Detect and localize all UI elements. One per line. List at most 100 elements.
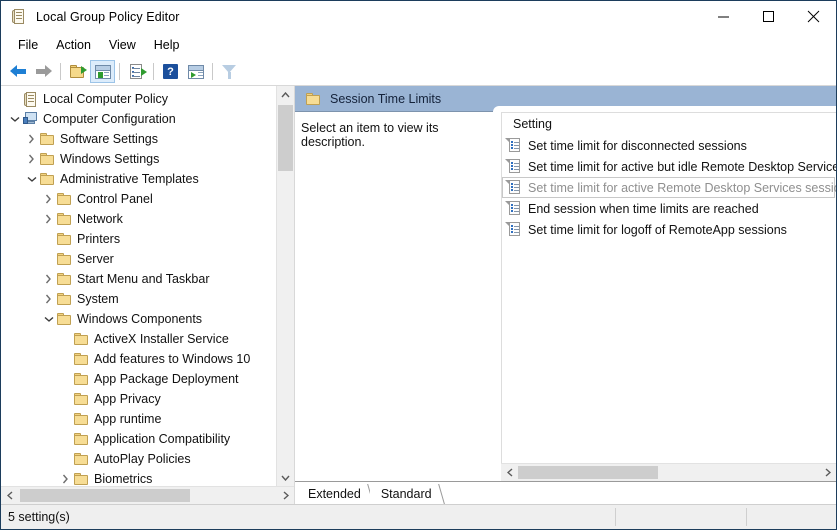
setting-row[interactable]: Set time limit for active but idle Remot…: [502, 156, 836, 177]
tree-item-activex-installer-service[interactable]: ActiveX Installer Service: [1, 329, 276, 349]
expander-right-icon[interactable]: [41, 189, 56, 209]
tree-item-label: Administrative Templates: [60, 172, 199, 186]
tree-scroll-thumb[interactable]: [278, 105, 293, 171]
folder-icon: [74, 433, 89, 445]
folder-icon: [40, 153, 55, 165]
console-tree-icon: [95, 65, 111, 79]
setting-row[interactable]: Set time limit for disconnected sessions: [502, 135, 836, 156]
expander-right-icon[interactable]: [24, 129, 39, 149]
tree-vertical-scrollbar[interactable]: [276, 86, 294, 486]
menu-help[interactable]: Help: [145, 35, 189, 55]
forward-button[interactable]: [31, 60, 56, 83]
folder-icon: [57, 273, 72, 285]
setting-label: End session when time limits are reached: [528, 202, 759, 216]
tree-item-administrative-templates[interactable]: Administrative Templates: [1, 169, 276, 189]
expander-right-icon[interactable]: [58, 469, 73, 486]
tree-item-server[interactable]: Server: [1, 249, 276, 269]
tree-item-add-features-to-windows-10[interactable]: Add features to Windows 10: [1, 349, 276, 369]
list-hscroll-thumb[interactable]: [518, 466, 658, 479]
expander-none-icon: [58, 329, 73, 349]
tree-item-control-panel[interactable]: Control Panel: [1, 189, 276, 209]
pane-title: Session Time Limits: [330, 92, 441, 106]
status-count: 5 setting(s): [1, 505, 615, 529]
list-horizontal-scrollbar[interactable]: [501, 463, 836, 481]
toolbar-separator: [60, 63, 61, 80]
expander-none-icon: [58, 449, 73, 469]
tree-item-printers[interactable]: Printers: [1, 229, 276, 249]
tree-item-local-computer-policy[interactable]: Local Computer Policy: [1, 89, 276, 109]
setting-row[interactable]: End session when time limits are reached: [502, 198, 836, 219]
close-button[interactable]: [791, 1, 836, 32]
tree-item-label: AutoPlay Policies: [94, 452, 191, 466]
scroll-up-icon[interactable]: [277, 86, 294, 103]
tree-hscroll-thumb[interactable]: [20, 489, 190, 502]
show-hide-action-pane-button[interactable]: [183, 60, 208, 83]
help-button[interactable]: ?: [158, 60, 183, 83]
scroll-down-icon[interactable]: [277, 469, 294, 486]
column-header-setting[interactable]: Setting: [502, 113, 836, 135]
expander-none-icon: [58, 389, 73, 409]
tree-item-label: System: [77, 292, 119, 306]
tree-item-software-settings[interactable]: Software Settings: [1, 129, 276, 149]
settings-list-pane: Setting Set time limit for disconnected …: [501, 112, 836, 481]
scroll-right-icon[interactable]: [277, 491, 294, 500]
expander-none-icon: [58, 429, 73, 449]
tree-item-windows-components[interactable]: Windows Components: [1, 309, 276, 329]
expander-down-icon[interactable]: [41, 309, 56, 329]
tree-item-label: Windows Components: [77, 312, 202, 326]
description-text: Select an item to view its description.: [301, 121, 439, 149]
expander-right-icon[interactable]: [41, 209, 56, 229]
minimize-button[interactable]: [701, 1, 746, 32]
tab-extended[interactable]: Extended: [297, 484, 370, 504]
setting-row[interactable]: Set time limit for active Remote Desktop…: [502, 177, 835, 198]
expander-right-icon[interactable]: [41, 269, 56, 289]
expander-right-icon[interactable]: [41, 289, 56, 309]
computer-icon: [23, 112, 39, 126]
tree-item-biometrics[interactable]: Biometrics: [1, 469, 276, 486]
tab-standard[interactable]: Standard: [370, 484, 441, 504]
tree-item-computer-configuration[interactable]: Computer Configuration: [1, 109, 276, 129]
scroll-left-icon[interactable]: [501, 468, 518, 477]
scroll-left-icon[interactable]: [1, 491, 18, 500]
menu-view[interactable]: View: [100, 35, 145, 55]
tree-item-app-package-deployment[interactable]: App Package Deployment: [1, 369, 276, 389]
expander-down-icon[interactable]: [7, 109, 22, 129]
tree-item-label: Printers: [77, 232, 120, 246]
menu-file[interactable]: File: [9, 35, 47, 55]
tree-item-app-privacy[interactable]: App Privacy: [1, 389, 276, 409]
tree-hscroll-track[interactable]: [18, 489, 277, 502]
filter-button[interactable]: [217, 60, 242, 83]
tree-item-windows-settings[interactable]: Windows Settings: [1, 149, 276, 169]
list-hscroll-track[interactable]: [518, 466, 819, 479]
show-hide-console-tree-button[interactable]: [90, 60, 115, 83]
tree-item-start-menu-and-taskbar[interactable]: Start Menu and Taskbar: [1, 269, 276, 289]
settings-list[interactable]: Set time limit for disconnected sessions…: [502, 135, 836, 240]
folder-icon: [40, 173, 55, 185]
tree-scroll-track[interactable]: [277, 103, 294, 469]
action-pane-icon: [188, 65, 204, 79]
tab-extended-label: Extended: [308, 487, 361, 501]
setting-row[interactable]: Set time limit for logoff of RemoteApp s…: [502, 219, 836, 240]
tree-item-autoplay-policies[interactable]: AutoPlay Policies: [1, 449, 276, 469]
expander-right-icon[interactable]: [24, 149, 39, 169]
local-group-policy-editor-window: Local Group Policy Editor File Action Vi…: [0, 0, 837, 530]
status-cell-2: [616, 505, 746, 529]
menu-action[interactable]: Action: [47, 35, 100, 55]
up-one-level-button[interactable]: [65, 60, 90, 83]
policy-tree[interactable]: Local Computer PolicyComputer Configurat…: [1, 86, 276, 486]
view-tabs: Extended Standard: [295, 481, 836, 504]
pane-header: Session Time Limits: [295, 86, 836, 112]
tree-item-app-runtime[interactable]: App runtime: [1, 409, 276, 429]
tree-item-network[interactable]: Network: [1, 209, 276, 229]
export-list-button[interactable]: [124, 60, 149, 83]
maximize-button[interactable]: [746, 1, 791, 32]
expander-none-icon: [41, 249, 56, 269]
tree-horizontal-scrollbar[interactable]: [1, 486, 294, 504]
back-button[interactable]: [6, 60, 31, 83]
expander-down-icon[interactable]: [24, 169, 39, 189]
scroll-right-icon[interactable]: [819, 468, 836, 477]
column-header-label: Setting: [513, 117, 552, 131]
policy-setting-icon: [509, 138, 523, 153]
tree-item-system[interactable]: System: [1, 289, 276, 309]
tree-item-application-compatibility[interactable]: Application Compatibility: [1, 429, 276, 449]
